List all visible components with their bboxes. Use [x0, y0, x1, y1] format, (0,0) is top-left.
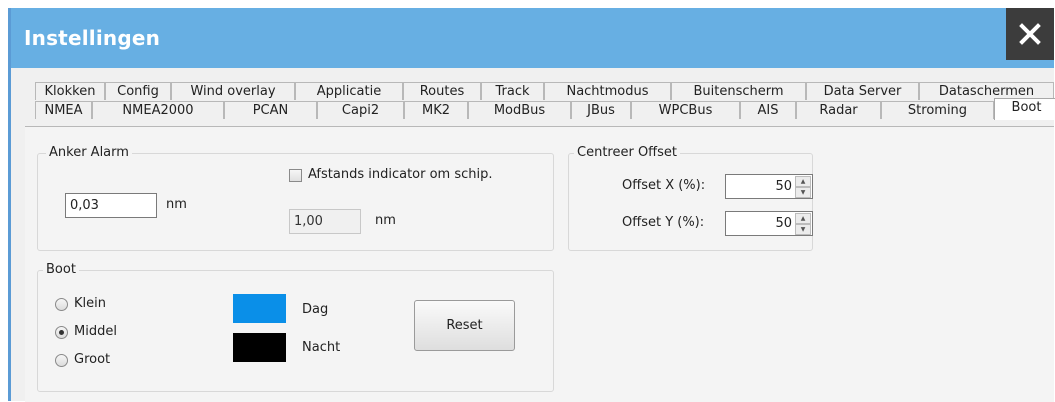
tab-boot[interactable]: Boot	[994, 98, 1055, 120]
tab-capi2[interactable]: Capi2	[317, 101, 404, 119]
anker-alarm-input[interactable]: 0,03	[65, 193, 157, 218]
night-color-swatch[interactable]	[233, 333, 286, 362]
centreer-offset-title: Centreer Offset	[574, 145, 681, 160]
day-color-swatch[interactable]	[233, 294, 286, 323]
tab-buitenscherm[interactable]: Buitenscherm	[671, 82, 806, 100]
tab-wind-overlay[interactable]: Wind overlay	[171, 82, 295, 100]
offset-y-label: Offset Y (%):	[622, 215, 705, 230]
tab-wpcbus[interactable]: WPCBus	[631, 101, 740, 119]
night-color-label: Nacht	[302, 340, 341, 355]
offset-x-label: Offset X (%):	[622, 178, 706, 193]
anker-alarm-group: Anker Alarm 0,03 nm Afstands indicator o…	[37, 145, 554, 251]
tab-modbus[interactable]: ModBus	[468, 101, 571, 119]
afstands-indicator-label: Afstands indicator om schip.	[308, 167, 493, 182]
anker-alarm-title: Anker Alarm	[46, 145, 132, 160]
boot-group: Boot Klein Middel Groot Dag Nacht Reset	[37, 262, 554, 392]
radio-klein-label: Klein	[74, 296, 106, 311]
tab-data-server[interactable]: Data Server	[806, 82, 919, 100]
close-icon	[1019, 23, 1041, 45]
tab-nmea2000[interactable]: NMEA2000	[92, 101, 224, 119]
offset-y-spinbox[interactable]: 50 ▲ ▼	[725, 211, 813, 236]
tab-ais[interactable]: AIS	[740, 101, 796, 119]
window-title: Instellingen	[24, 26, 161, 50]
boot-tab-panel: Anker Alarm 0,03 nm Afstands indicator o…	[25, 126, 1054, 402]
tab-stroming[interactable]: Stroming	[881, 101, 994, 119]
radio-klein[interactable]	[55, 298, 68, 311]
indicator-distance-input: 1,00	[289, 209, 361, 234]
reset-button[interactable]: Reset	[414, 300, 515, 351]
spin-down-icon[interactable]: ▼	[795, 187, 811, 198]
indicator-distance-unit: nm	[375, 213, 396, 228]
centreer-offset-group: Centreer Offset Offset X (%): 50 ▲ ▼ Offs…	[568, 145, 813, 251]
tab-applicatie[interactable]: Applicatie	[295, 82, 403, 100]
radio-groot[interactable]	[55, 354, 68, 367]
tab-nmea[interactable]: NMEA	[35, 101, 92, 119]
radio-middel[interactable]	[55, 326, 68, 339]
boot-title: Boot	[43, 262, 79, 277]
tab-track[interactable]: Track	[481, 82, 544, 100]
anker-alarm-unit: nm	[166, 197, 187, 212]
spin-up-icon[interactable]: ▲	[795, 213, 811, 224]
tab-radar[interactable]: Radar	[796, 101, 881, 119]
spin-down-icon[interactable]: ▼	[795, 224, 811, 235]
tab-routes[interactable]: Routes	[403, 82, 481, 100]
offset-x-spinbox[interactable]: 50 ▲ ▼	[725, 174, 813, 199]
offset-x-value: 50	[775, 179, 792, 194]
tab-klokken[interactable]: Klokken	[35, 82, 105, 100]
tab-control: Klokken Config Wind overlay Applicatie R…	[11, 68, 1055, 402]
tab-mk2[interactable]: MK2	[404, 101, 468, 119]
tab-config[interactable]: Config	[105, 82, 171, 100]
afstands-indicator-checkbox[interactable]	[289, 169, 302, 182]
offset-y-spin-buttons[interactable]: ▲ ▼	[795, 213, 811, 235]
offset-x-spin-buttons[interactable]: ▲ ▼	[795, 176, 811, 198]
radio-groot-label: Groot	[74, 352, 111, 367]
offset-y-value: 50	[775, 216, 792, 231]
radio-middel-label: Middel	[74, 324, 117, 339]
spin-up-icon[interactable]: ▲	[795, 176, 811, 187]
close-button[interactable]	[1006, 8, 1054, 60]
tab-pcan[interactable]: PCAN	[224, 101, 317, 119]
day-color-label: Dag	[302, 302, 329, 317]
settings-window: Instellingen Klokken Config Wind overlay…	[8, 8, 1055, 402]
title-bar: Instellingen	[11, 8, 1054, 68]
tab-jbus[interactable]: JBus	[571, 101, 631, 119]
tab-nachtmodus[interactable]: Nachtmodus	[544, 82, 671, 100]
